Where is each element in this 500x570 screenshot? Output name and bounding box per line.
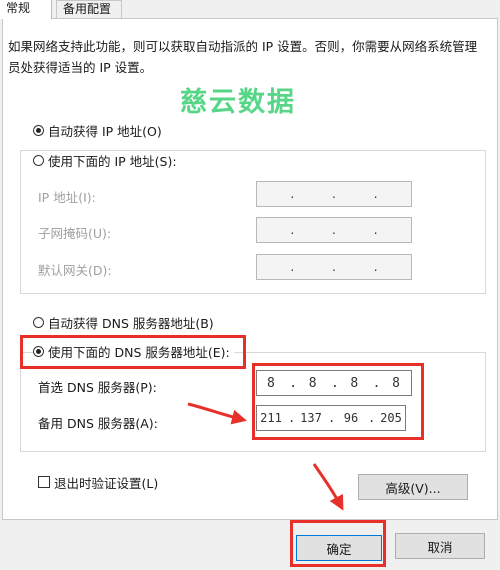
arrow-to-ok-button	[312, 463, 344, 511]
annotation-arrows	[187, 402, 344, 511]
arrow-to-dns-fields	[187, 402, 247, 425]
